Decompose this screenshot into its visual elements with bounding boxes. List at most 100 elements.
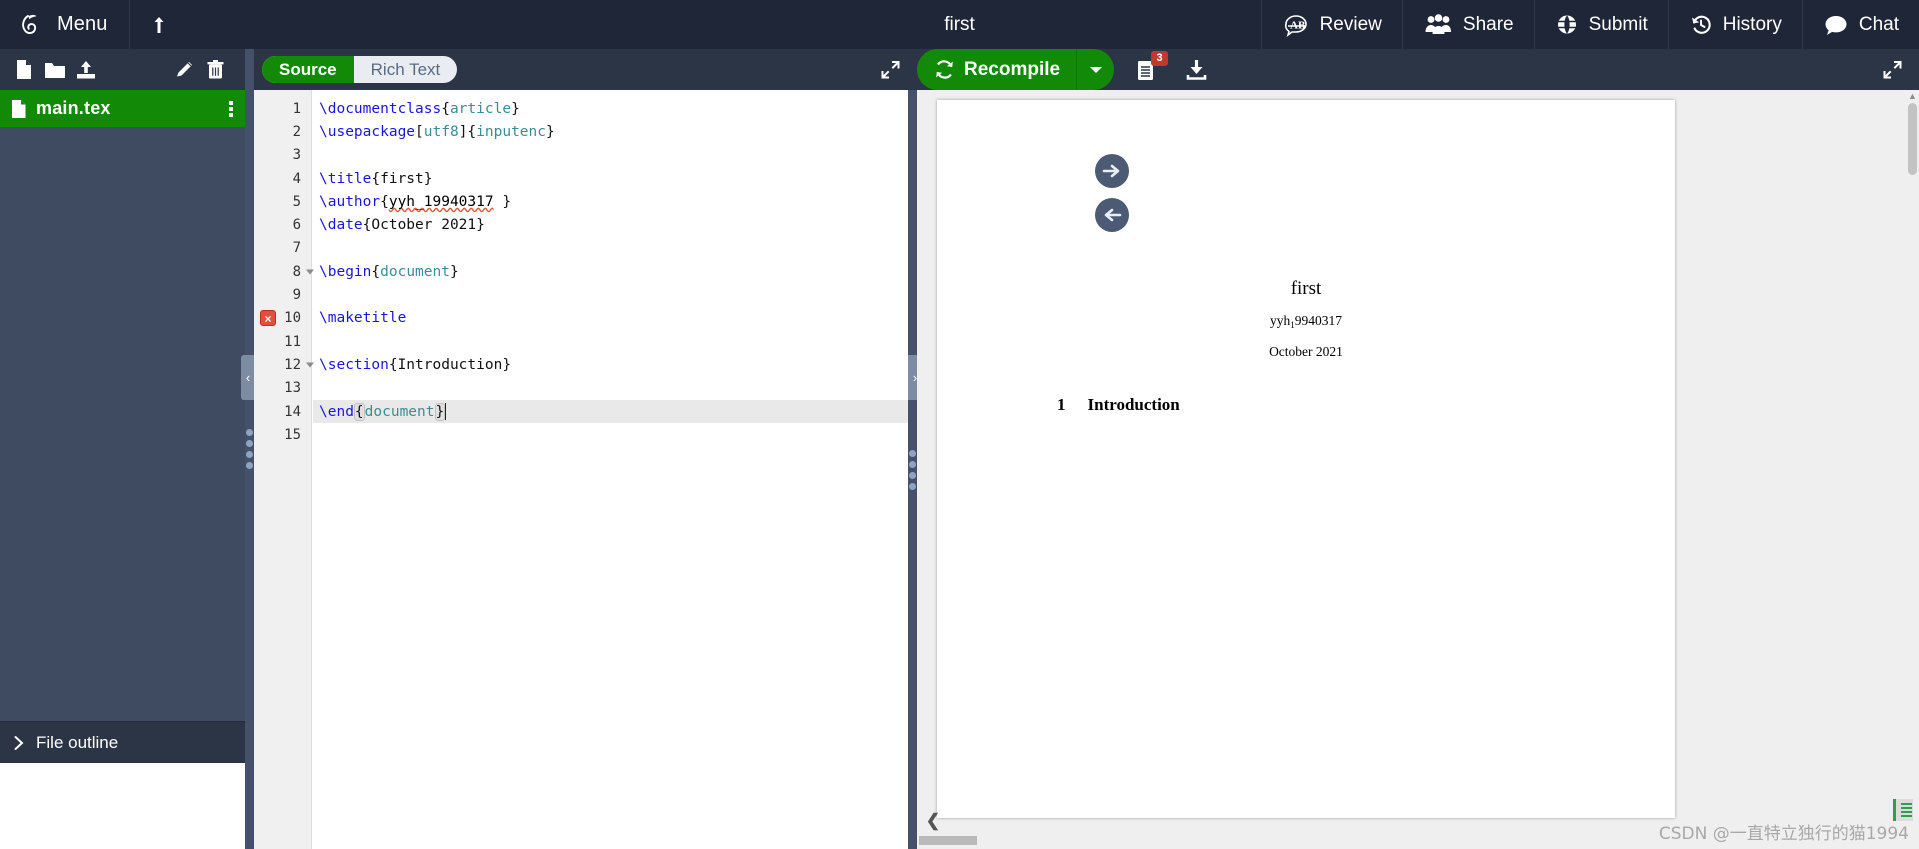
recompile-main[interactable]: Recompile bbox=[917, 49, 1077, 90]
gutter-line-number: 14 bbox=[284, 403, 301, 420]
kebab-menu-icon[interactable] bbox=[229, 100, 233, 117]
code-line[interactable]: \begin{document} bbox=[313, 260, 917, 283]
sidebar-editor-splitter[interactable] bbox=[245, 49, 254, 849]
sync-to-code-button[interactable] bbox=[1095, 198, 1129, 232]
code-editor[interactable]: 1 2 3 4 5 6 7 8 9 10 × 11 12 13 14 15 \documentclass{ar… bbox=[254, 90, 917, 849]
code-token: \title bbox=[319, 170, 372, 187]
gutter-line-number: 9 bbox=[292, 287, 301, 304]
code-token: \section bbox=[319, 356, 389, 373]
tab-rich-text[interactable]: Rich Text bbox=[354, 56, 458, 83]
code-token: utf8 bbox=[423, 123, 459, 140]
gutter-line-number: 3 bbox=[292, 147, 301, 164]
code-token: ]{ bbox=[458, 123, 477, 140]
code-token: } bbox=[546, 123, 555, 140]
delete-file-button[interactable] bbox=[200, 49, 231, 90]
menu-button[interactable]: Menu bbox=[0, 0, 131, 49]
pdf-vertical-scrollbar[interactable]: ▲ ▼ bbox=[1907, 92, 1918, 847]
error-marker-icon[interactable]: × bbox=[260, 310, 276, 327]
code-token: \author bbox=[319, 193, 381, 210]
code-line[interactable]: \maketitle bbox=[313, 307, 917, 330]
code-line[interactable] bbox=[313, 144, 917, 167]
rename-file-button[interactable] bbox=[169, 49, 200, 90]
code-line[interactable]: \author{yyh_19940317 } bbox=[313, 190, 917, 213]
sync-to-pdf-button[interactable] bbox=[1095, 154, 1129, 188]
trash-delete-icon bbox=[206, 59, 225, 80]
compile-logs-button[interactable]: 3 bbox=[1128, 49, 1169, 90]
code-token: \documentclass bbox=[319, 100, 442, 117]
file-outline-label: File outline bbox=[36, 732, 119, 752]
code-line[interactable] bbox=[313, 237, 917, 260]
gutter-line-number: 11 bbox=[284, 333, 301, 350]
code-line[interactable]: \end{document} bbox=[313, 399, 917, 424]
gutter-line-number: 12 bbox=[254, 353, 314, 376]
new-file-icon bbox=[14, 59, 33, 80]
editor-expand-button[interactable] bbox=[877, 57, 903, 83]
code-line[interactable] bbox=[313, 377, 917, 400]
pdf-section-title: Introduction bbox=[1087, 395, 1180, 414]
code-token: } bbox=[493, 193, 512, 210]
code-line[interactable]: \usepackage[utf8]{inputenc} bbox=[313, 120, 917, 143]
caret-up-icon[interactable]: ▲ bbox=[1908, 92, 1917, 101]
collapse-sidebar-button[interactable]: ‹ bbox=[241, 355, 255, 400]
pdf-horizontal-scrollbar[interactable] bbox=[917, 834, 1919, 849]
code-line[interactable]: \title {first} bbox=[313, 167, 917, 190]
review-button[interactable]: AB Review bbox=[1260, 0, 1402, 49]
code-line[interactable] bbox=[313, 283, 917, 306]
tex-file-icon bbox=[10, 99, 27, 119]
pdf-expand-button[interactable] bbox=[1879, 57, 1905, 83]
code-token: } bbox=[449, 263, 459, 280]
upload-file-button[interactable] bbox=[70, 49, 101, 90]
history-clock-icon bbox=[1689, 13, 1713, 37]
upload-file-icon bbox=[75, 59, 97, 80]
pdf-author-rest: 9940317 bbox=[1294, 313, 1342, 328]
pdf-scroll-thumb[interactable] bbox=[1908, 103, 1917, 175]
new-file-button[interactable] bbox=[8, 49, 39, 90]
editor-pdf-splitter[interactable] bbox=[908, 90, 917, 849]
share-button[interactable]: Share bbox=[1401, 0, 1534, 49]
new-folder-button[interactable] bbox=[39, 49, 70, 90]
code-token: { bbox=[371, 263, 381, 280]
overleaf-logo-icon bbox=[20, 12, 46, 38]
pdf-hscroll-thumb[interactable] bbox=[919, 836, 977, 845]
editor-mode-toolbar: Source Rich Text bbox=[254, 49, 917, 90]
top-navigation-bar: Menu first AB Review Share Submit Histor… bbox=[0, 0, 1919, 49]
arrow-left-circle-icon bbox=[1102, 206, 1122, 224]
recompile-options-button[interactable] bbox=[1076, 49, 1115, 90]
recompile-label: Recompile bbox=[964, 58, 1061, 80]
pdf-document-date: October 2021 bbox=[1269, 344, 1343, 359]
code-token: } bbox=[434, 402, 446, 421]
code-token: yyh_19940317 bbox=[388, 193, 494, 210]
history-button[interactable]: History bbox=[1667, 0, 1802, 49]
pdf-back-button[interactable]: ❮ bbox=[922, 808, 944, 834]
splitter-grip-dots bbox=[909, 449, 916, 490]
tab-source[interactable]: Source bbox=[262, 56, 354, 83]
code-line[interactable] bbox=[313, 423, 917, 446]
gutter-line-number: 8 bbox=[254, 260, 314, 283]
file-tree-item-main-tex[interactable]: main.tex bbox=[0, 90, 245, 127]
pencil-edit-icon bbox=[174, 59, 195, 80]
submit-label: Submit bbox=[1588, 13, 1648, 35]
code-token: { bbox=[441, 100, 450, 117]
editor-code-area[interactable]: \documentclass{article} \usepackage[utf8]… bbox=[313, 90, 917, 849]
editor-mode-switch[interactable]: Source Rich Text bbox=[262, 56, 458, 83]
editor-gutter: 1 2 3 4 5 6 7 8 9 10 × 11 12 13 14 15 bbox=[254, 90, 314, 849]
share-people-icon bbox=[1423, 13, 1453, 37]
code-token: {Introduction} bbox=[388, 356, 512, 373]
pdf-preview-panel[interactable]: first yyh19940317 October 2021 1 Introdu… bbox=[917, 90, 1919, 849]
code-line[interactable]: \section {Introduction} bbox=[313, 353, 917, 376]
code-line[interactable] bbox=[313, 330, 917, 353]
recompile-button[interactable]: Recompile bbox=[917, 49, 1115, 90]
submit-button[interactable]: Submit bbox=[1533, 0, 1668, 49]
gutter-line-number: 1 bbox=[292, 100, 301, 117]
upload-arrow-button[interactable] bbox=[130, 0, 188, 49]
file-tree-sidebar: main.tex File outline bbox=[0, 90, 245, 763]
code-line[interactable]: \documentclass{article} bbox=[313, 97, 917, 120]
file-edit-group bbox=[169, 49, 231, 90]
code-line[interactable]: \date {October 2021} bbox=[313, 214, 917, 237]
recompile-refresh-icon bbox=[934, 59, 955, 80]
chat-button[interactable]: Chat bbox=[1801, 0, 1919, 49]
download-pdf-button[interactable] bbox=[1178, 49, 1214, 90]
expand-diagonal-icon bbox=[1882, 59, 1903, 80]
file-outline-toggle[interactable]: File outline bbox=[0, 721, 245, 763]
